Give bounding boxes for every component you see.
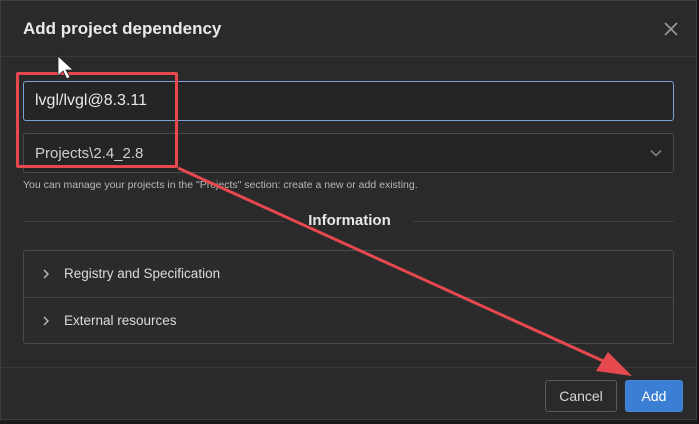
footer-divider: [1, 367, 698, 368]
cancel-button[interactable]: Cancel: [545, 380, 617, 412]
annotation-highlight-box: [16, 72, 178, 168]
accordion-external-resources[interactable]: External resources: [24, 298, 673, 344]
dialog-title: Add project dependency: [23, 19, 222, 38]
add-button[interactable]: Add: [625, 380, 683, 412]
chevron-right-icon: [40, 314, 52, 333]
accordion-label: External resources: [64, 313, 177, 328]
chevron-right-icon: [40, 267, 52, 286]
chevron-down-icon[interactable]: [649, 146, 663, 165]
projects-hint-text: You can manage your projects in the "Pro…: [23, 179, 418, 191]
header-divider: [1, 56, 698, 57]
add-dependency-dialog: Add project dependency Projects\2.4_2.8 …: [0, 0, 698, 420]
information-divider-right: [413, 221, 674, 222]
accordion-registry-specification[interactable]: Registry and Specification: [24, 251, 673, 297]
close-icon[interactable]: [661, 19, 681, 39]
information-accordion: Registry and Specification External reso…: [23, 250, 674, 344]
accordion-label: Registry and Specification: [64, 266, 221, 281]
